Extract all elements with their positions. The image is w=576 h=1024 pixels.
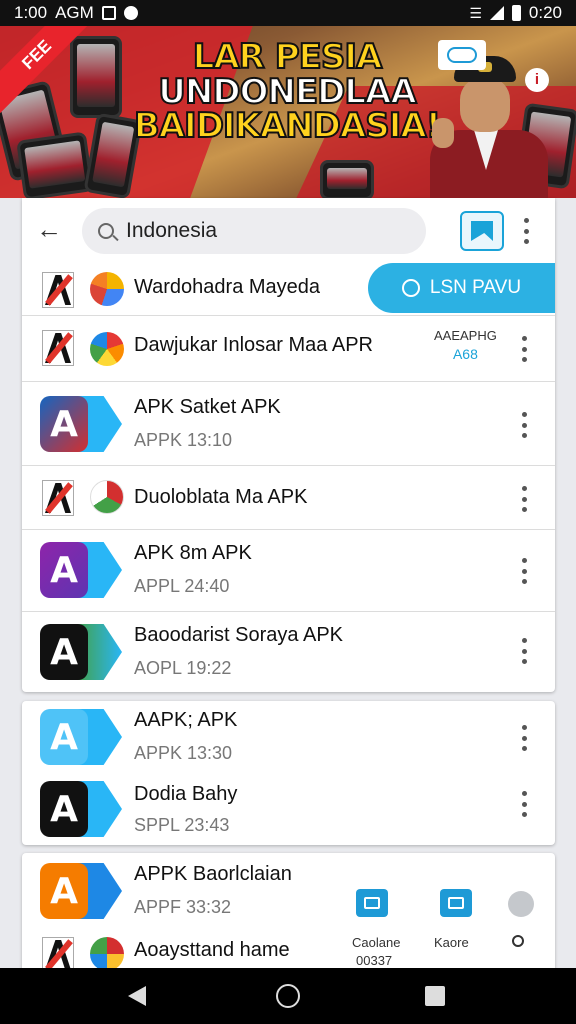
install-label: LSN PAVU (429, 277, 522, 298)
version-label: AAEAPHG A68 (434, 328, 497, 362)
more-menu-icon[interactable] (522, 218, 530, 244)
app-notification-icon (123, 6, 138, 20)
list-item[interactable]: Duoloblata Ma APK (22, 466, 555, 530)
search-icon (98, 223, 114, 239)
app-title: APK 8m APK (134, 542, 252, 564)
app-icon: A (40, 863, 122, 919)
sign-icon (438, 40, 486, 70)
app-title: APPK Baorlclaian (134, 863, 292, 885)
wifi-icon: ☰ (469, 4, 482, 21)
app-subtitle: SPPL 23:43 (134, 815, 230, 835)
nav-home-icon[interactable] (276, 984, 300, 1008)
list-item[interactable]: A APK Satket APK APPK 13:10 (22, 382, 555, 466)
edit-button-icon[interactable] (440, 889, 472, 917)
app-title: Dodia Bahy (134, 783, 238, 805)
app-subtitle: APPK 13:10 (134, 430, 233, 450)
app-thumb-icon (42, 330, 74, 366)
action-label: Kaore (434, 935, 469, 950)
app-subtitle: APPK 13:30 (134, 743, 233, 763)
phone-image (70, 36, 122, 118)
status-time: 1:00 (14, 3, 48, 22)
app-icon: A (40, 709, 122, 765)
download-icon (401, 279, 420, 297)
status-bar: 1:00 AGM ☰ 0:20 (0, 0, 576, 26)
back-arrow-icon[interactable]: ← (36, 214, 66, 244)
action-sublabel: 00337 (356, 953, 393, 968)
list-item[interactable]: A Dodia Bahy SPPL 23:43 (22, 773, 555, 845)
banner-info-icon[interactable]: i (525, 68, 549, 92)
signal-icon (489, 6, 504, 20)
app-icon: A (40, 624, 122, 680)
phone-image (320, 160, 374, 198)
app-thumb-icon (42, 272, 74, 308)
app-title: Baoodarist Soraya APK (134, 624, 344, 646)
banner-headline: LAR PESIA UNDONEDLAA BAIDIKANDASIA! (133, 37, 442, 147)
status-right-text: 0:20 (528, 3, 562, 22)
navigation-bar (0, 968, 576, 1024)
app-logo-icon (90, 480, 124, 514)
list-item[interactable]: A APK 8m APK APPL 24:40 (22, 530, 555, 612)
action-label: Caolane (352, 935, 401, 950)
screen-button-icon[interactable] (356, 889, 388, 917)
app-logo-icon (90, 272, 124, 306)
app-title: AAPK; APK (134, 709, 238, 731)
notification-icon (101, 6, 116, 20)
nav-back-icon[interactable] (128, 986, 146, 1006)
status-carrier: AGM (55, 3, 94, 22)
app-title: Aoaysttand hame (134, 939, 290, 961)
store-icon[interactable] (460, 211, 504, 251)
app-thumb-icon (42, 480, 74, 516)
app-logo-icon (90, 332, 124, 366)
app-logo-icon (90, 937, 124, 971)
app-subtitle: APPL 24:40 (134, 576, 230, 596)
list-item[interactable]: A Baoodarist Soraya APK AOPL 19:22 (22, 612, 555, 692)
more-menu-icon[interactable] (520, 336, 528, 362)
app-icon: A (40, 396, 122, 452)
info-icon[interactable] (512, 935, 524, 947)
app-subtitle: AOPL 19:22 (134, 658, 232, 678)
app-title: Dawjukar Inlosar Maa APR (134, 334, 373, 356)
search-bar-row: ← Indonesia (22, 198, 555, 260)
nav-recents-icon[interactable] (425, 986, 445, 1006)
app-title: APK Satket APK (134, 396, 281, 418)
more-menu-icon[interactable] (520, 412, 528, 438)
search-query: Indonesia (126, 219, 218, 242)
app-subtitle: APPF 33:32 (134, 897, 232, 917)
list-item[interactable]: A APPK Baorlclaian APPF 33:32 (22, 853, 555, 925)
results-card: A APPK Baorlclaian APPF 33:32 Aoaysttand… (22, 853, 555, 973)
install-button[interactable]: LSN PAVU (368, 263, 555, 313)
battery-icon (511, 5, 521, 21)
app-title: Wardohadra Mayeda (134, 276, 321, 298)
more-menu-icon[interactable] (520, 791, 528, 817)
phone-image (16, 131, 94, 198)
app-icon: A (40, 542, 122, 598)
list-item[interactable]: A AAPK; APK APPK 13:30 (22, 701, 555, 773)
app-title: Duoloblata Ma APK (134, 486, 308, 508)
more-circle-icon[interactable] (508, 891, 534, 917)
list-item[interactable]: Aoaysttand hame Caolane 00337 Kaore (22, 929, 555, 973)
results-card: A AAPK; APK APPK 13:30 A Dodia Bahy SPPL… (22, 701, 555, 845)
search-input[interactable]: Indonesia (82, 208, 426, 254)
more-menu-icon[interactable] (520, 486, 528, 512)
app-icon: A (40, 781, 122, 837)
more-menu-icon[interactable] (520, 725, 528, 751)
promo-banner[interactable]: FEE LAR PESIA UNDONEDLAA BAIDIKANDASIA! … (0, 26, 576, 198)
more-menu-icon[interactable] (520, 558, 528, 584)
more-menu-icon[interactable] (520, 638, 528, 664)
